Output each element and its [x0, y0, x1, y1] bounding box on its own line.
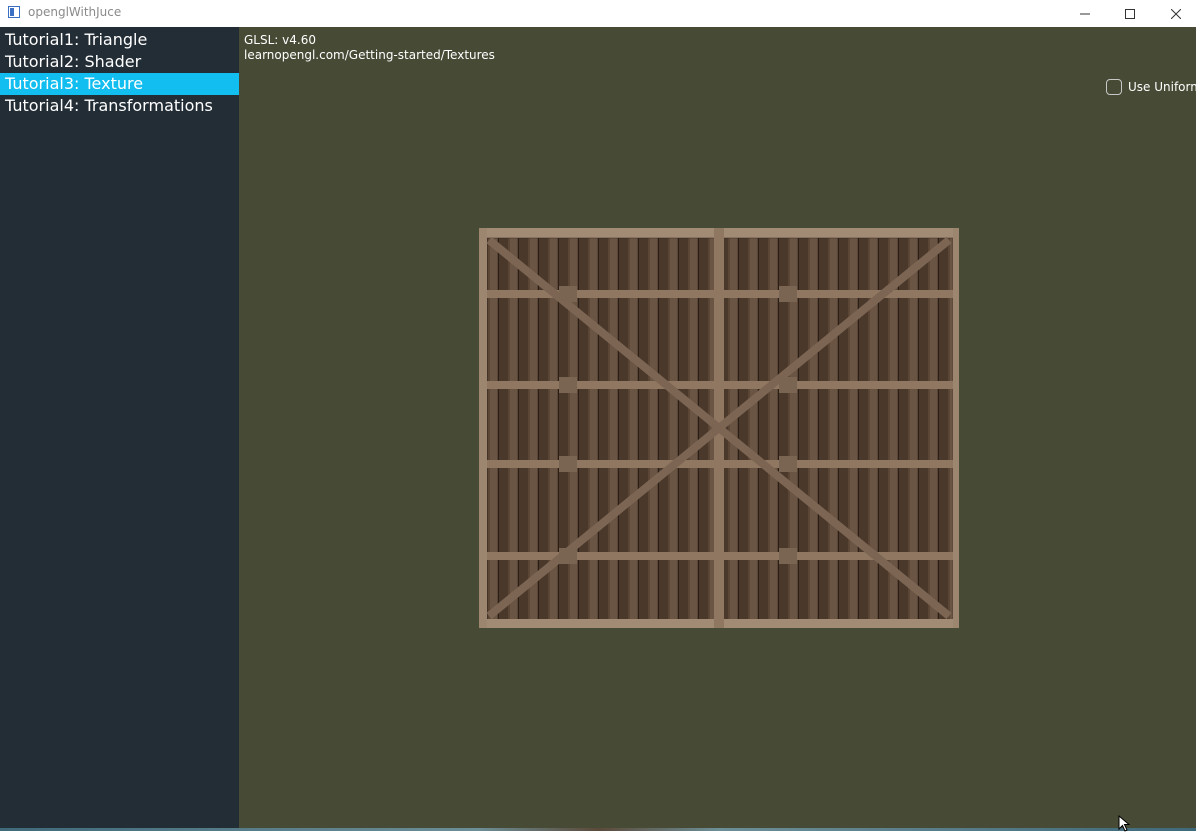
sidebar-item-shader[interactable]: Tutorial2: Shader: [0, 51, 239, 73]
use-uniform-label: Use Uniform: [1128, 80, 1196, 94]
use-uniform-toggle[interactable]: Use Uniform: [1106, 79, 1196, 95]
close-button[interactable]: [1153, 0, 1196, 27]
glsl-version-label: GLSL: v4.60: [244, 33, 316, 47]
app-icon: [8, 6, 20, 18]
info-text: GLSL: v4.60 learnopengl.com/Getting-star…: [244, 33, 495, 63]
maximize-icon: [1125, 8, 1135, 19]
title-bar[interactable]: openglWithJuce: [0, 0, 1196, 27]
tutorial-list: Tutorial1: Triangle Tutorial2: Shader Tu…: [0, 27, 239, 117]
maximize-button[interactable]: [1107, 0, 1153, 27]
minimize-button[interactable]: [1062, 0, 1108, 27]
tutorial-url-label: learnopengl.com/Getting-started/Textures: [244, 48, 495, 62]
sidebar-item-transformations[interactable]: Tutorial4: Transformations: [0, 95, 239, 117]
minimize-icon: [1080, 13, 1090, 14]
opengl-canvas: GLSL: v4.60 learnopengl.com/Getting-star…: [239, 27, 1196, 828]
mouse-cursor-icon: [1118, 815, 1130, 832]
sidebar-item-triangle[interactable]: Tutorial1: Triangle: [0, 29, 239, 51]
window-title: openglWithJuce: [28, 5, 122, 19]
tutorial-sidebar: Tutorial1: Triangle Tutorial2: Shader Tu…: [0, 27, 239, 828]
wooden-crate-texture: [479, 228, 959, 628]
close-icon: [1171, 8, 1181, 19]
use-uniform-checkbox[interactable]: [1106, 79, 1122, 95]
sidebar-item-texture[interactable]: Tutorial3: Texture: [0, 73, 239, 95]
